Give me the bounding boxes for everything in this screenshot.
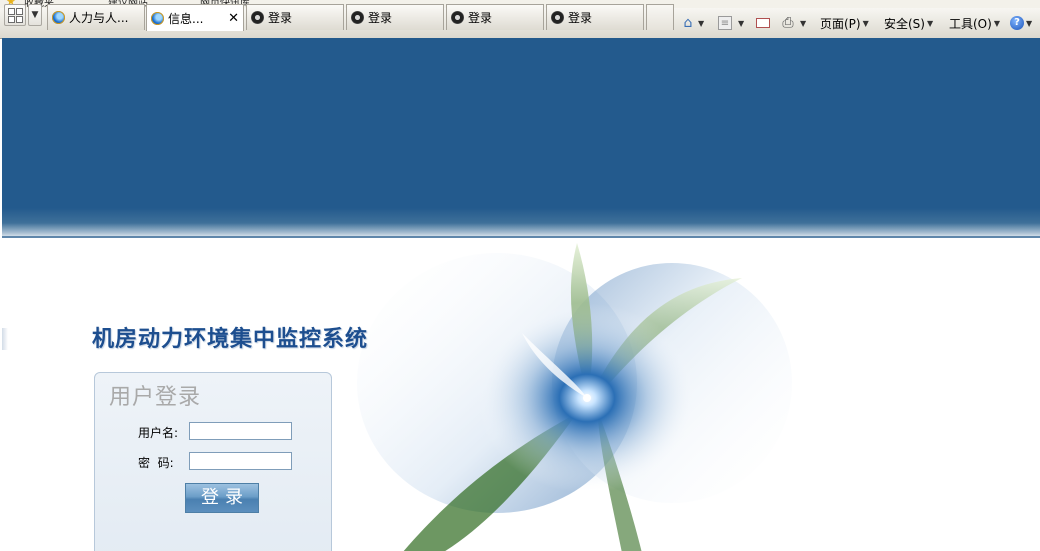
home-icon: ⌂ <box>683 15 693 31</box>
ie-icon <box>151 11 164 25</box>
decorative-edge <box>2 328 8 350</box>
tab-info[interactable]: 信息... ✕ <box>146 4 244 31</box>
tab-label: 信息... <box>168 11 204 26</box>
system-title: 机房动力环境集中监控系统 <box>92 326 369 352</box>
username-label: 用户名: <box>138 426 179 440</box>
printer-icon: ⎙ <box>782 15 794 31</box>
camera-icon <box>351 11 364 24</box>
chevron-down-icon: ▼ <box>1026 18 1033 28</box>
page-content: 机房动力环境集中监控系统 用户登录 用户名: 密 码: 登录 <box>2 38 1040 551</box>
login-button[interactable]: 登录 <box>185 483 259 513</box>
print-button[interactable]: ⎙ ▼ <box>780 8 806 38</box>
safety-menu-label: 安全(S) <box>884 16 925 31</box>
mail-icon <box>756 18 770 28</box>
camera-icon <box>551 11 564 24</box>
camera-icon <box>451 11 464 24</box>
help-menu[interactable]: ? ▼ <box>1010 8 1032 38</box>
tools-menu[interactable]: 工具(O) ▼ <box>949 8 1000 38</box>
chevron-down-icon: ▼ <box>738 18 745 28</box>
page-menu[interactable]: 页面(P) ▼ <box>820 8 869 38</box>
tab-label: 登录 <box>468 11 493 25</box>
read-mail-button[interactable] <box>756 8 770 38</box>
camera-icon <box>251 11 264 24</box>
help-icon: ? <box>1010 16 1024 30</box>
safety-menu[interactable]: 安全(S) ▼ <box>884 8 933 38</box>
tab-login-3[interactable]: 登录 <box>446 4 544 30</box>
tab-login-4[interactable]: 登录 <box>546 4 644 30</box>
username-input[interactable] <box>189 422 292 440</box>
tab-label: 人力与人... <box>69 11 129 25</box>
header-banner <box>2 38 1040 238</box>
tools-menu-label: 工具(O) <box>949 16 992 31</box>
quick-tabs-button[interactable] <box>4 4 26 26</box>
chevron-down-icon: ▼ <box>926 18 934 28</box>
rss-feed-icon: ≡ <box>718 16 732 30</box>
login-panel: 用户登录 用户名: 密 码: 登录 <box>94 372 332 551</box>
chevron-down-icon: ▼ <box>862 18 869 28</box>
login-heading: 用户登录 <box>109 385 202 410</box>
tab-label: 登录 <box>268 11 293 25</box>
tab-login-1[interactable]: 登录 <box>246 4 344 30</box>
tab-list-dropdown[interactable]: ▼ <box>28 4 42 26</box>
chevron-down-icon: ▼ <box>31 10 39 20</box>
feeds-button[interactable]: ≡ ▼ <box>718 8 744 38</box>
decorative-flower-graphic <box>357 243 792 551</box>
chevron-down-icon: ▼ <box>698 18 705 28</box>
password-input[interactable] <box>189 452 292 470</box>
chevron-down-icon: ▼ <box>993 18 1000 28</box>
password-label: 密 码: <box>138 456 174 470</box>
close-tab-icon[interactable]: ✕ <box>224 11 239 26</box>
chevron-down-icon: ▼ <box>800 18 807 28</box>
tab-label: 登录 <box>368 11 393 25</box>
ie-icon <box>52 11 65 24</box>
tab-label: 登录 <box>568 11 593 25</box>
home-button[interactable]: ⌂ ▼ <box>680 8 705 38</box>
page-menu-label: 页面(P) <box>820 16 861 31</box>
new-tab-button[interactable] <box>646 4 674 30</box>
tab-hr[interactable]: 人力与人... <box>47 4 145 30</box>
tab-login-2[interactable]: 登录 <box>346 4 444 30</box>
